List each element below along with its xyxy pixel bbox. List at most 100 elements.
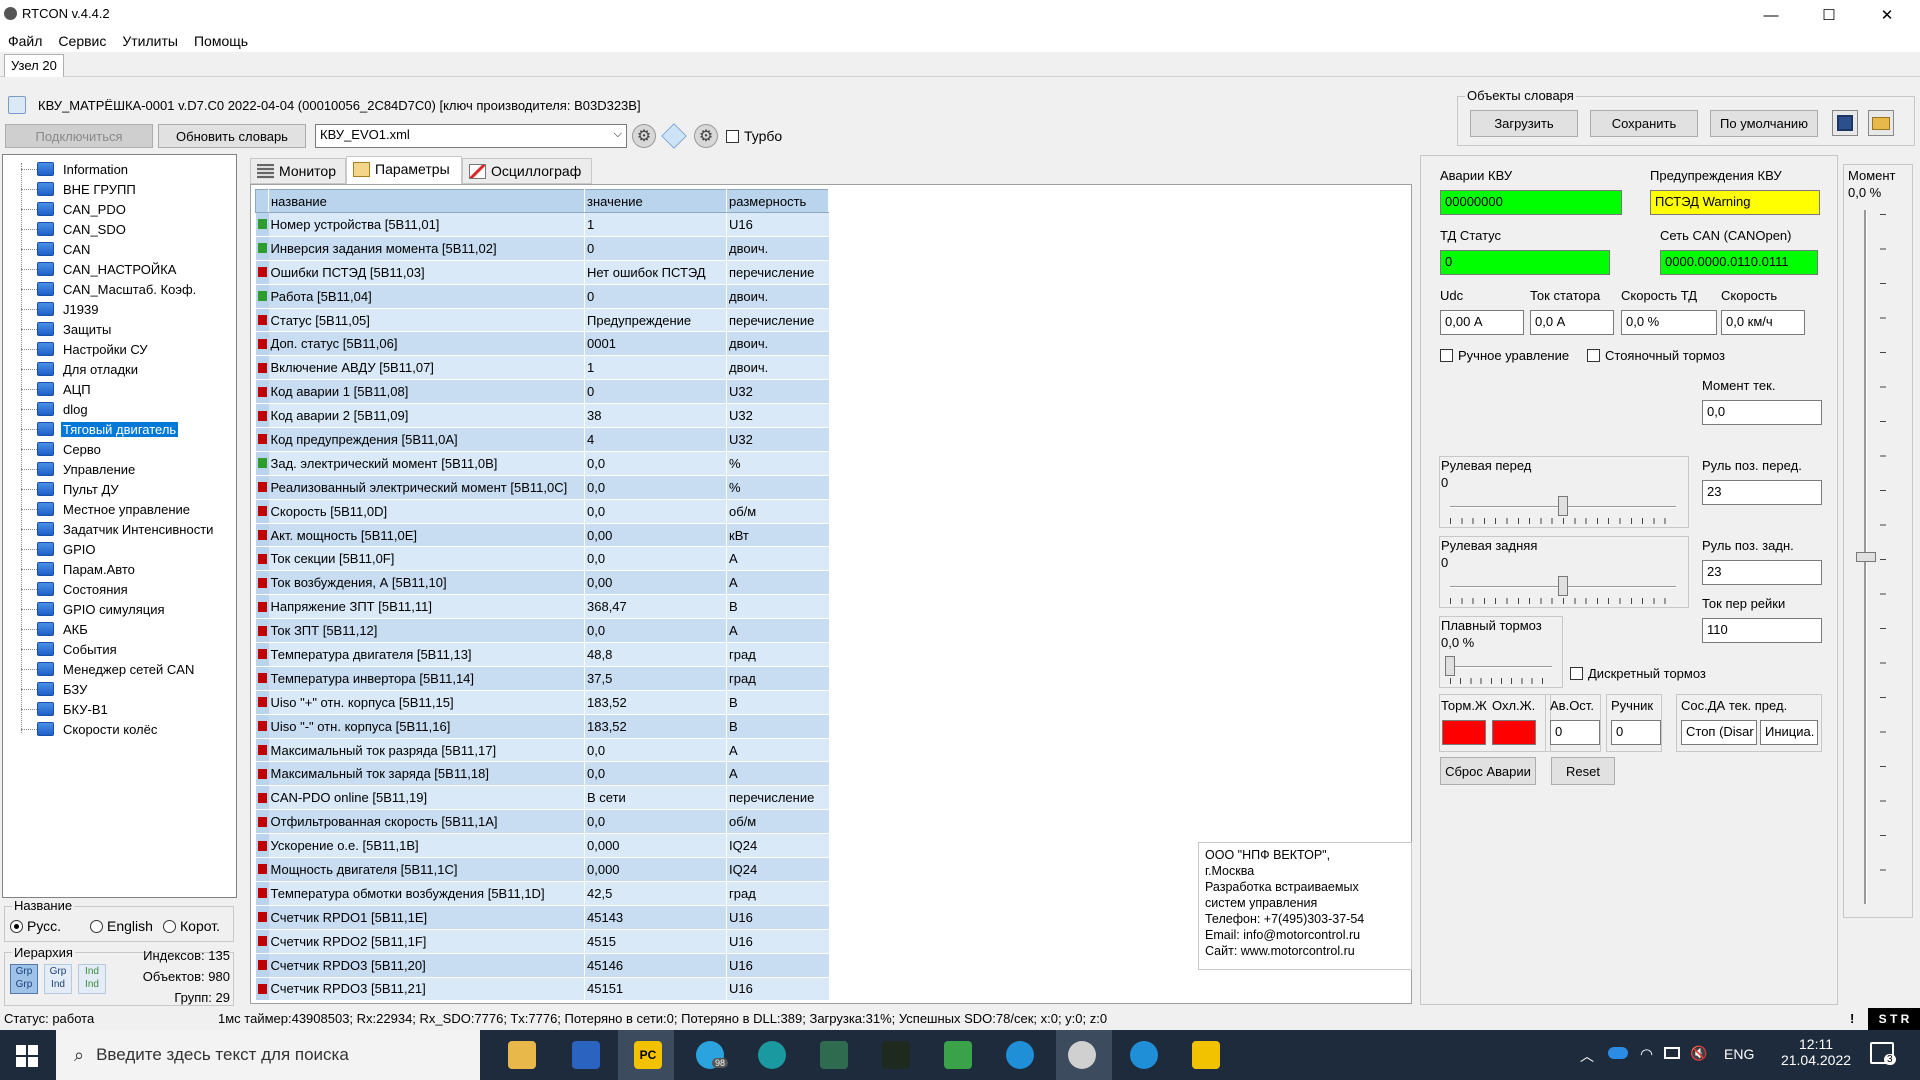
rtcon-icon[interactable] bbox=[1068, 1041, 1096, 1069]
param-value-cell[interactable]: 183,52 bbox=[584, 690, 727, 715]
param-value-cell[interactable]: 0,0 bbox=[584, 809, 727, 835]
param-value-cell[interactable]: Предупреждение bbox=[584, 308, 727, 333]
table-row[interactable]: Uiso "+" отн. корпуса [5B11,15] 183,52 В bbox=[255, 690, 829, 715]
param-value-cell[interactable]: 0,0 bbox=[584, 475, 727, 500]
chevron-up-icon[interactable]: ︿ bbox=[1580, 1046, 1594, 1066]
radio-short-dot[interactable] bbox=[163, 919, 176, 933]
param-value-cell[interactable]: 42,5 bbox=[584, 881, 727, 906]
param-value-cell[interactable]: 0001 bbox=[584, 331, 727, 357]
table-row[interactable]: Включение АВДУ [5B11,07] 1 двоич. bbox=[255, 355, 829, 381]
green-app-icon[interactable] bbox=[944, 1041, 972, 1069]
param-value-cell[interactable]: В сети bbox=[584, 785, 727, 811]
table-row[interactable]: Максимальный ток заряда [5B11,18] 0,0 А bbox=[255, 761, 829, 787]
table-row[interactable]: Код аварии 1 [5B11,08] 0 U32 bbox=[255, 379, 829, 405]
steer-rear-pos-field[interactable]: 23 bbox=[1702, 560, 1822, 585]
param-value-cell[interactable]: 4515 bbox=[584, 929, 727, 954]
table-row[interactable]: Ток возбуждения, А [5B11,10] 0,00 А bbox=[255, 570, 829, 596]
grp-grp-icon[interactable]: Grp Grp bbox=[10, 964, 38, 994]
param-value-cell[interactable]: 4 bbox=[584, 427, 727, 452]
param-value-cell[interactable]: 0 bbox=[584, 236, 727, 261]
table-row[interactable]: Температура двигателя [5B11,13] 48,8 град bbox=[255, 642, 829, 667]
save-disk-icon[interactable] bbox=[1832, 110, 1858, 136]
file-explorer-icon[interactable] bbox=[508, 1041, 536, 1069]
pycharm-icon[interactable]: PC bbox=[634, 1041, 662, 1069]
gear-icon[interactable]: ⚙ bbox=[632, 124, 656, 148]
table-row[interactable]: Скорость [5B11,0D] 0,0 об/м bbox=[255, 499, 829, 524]
param-value-cell[interactable]: 0,000 bbox=[584, 857, 727, 882]
discrete-brake-checkbox[interactable]: Дискретный тормоз bbox=[1570, 666, 1706, 681]
reset-alarms-button[interactable]: Сброс Аварии bbox=[1440, 757, 1536, 785]
param-value-cell[interactable]: 45143 bbox=[584, 905, 727, 930]
refresh-dictionary-button[interactable]: Обновить словарь bbox=[158, 124, 306, 148]
table-row[interactable]: Счетчик RPDO2 [5B11,1F] 4515 U16 bbox=[255, 929, 829, 954]
radio-rus-dot[interactable] bbox=[10, 919, 23, 933]
menu-file[interactable]: Файл bbox=[0, 30, 50, 52]
smooth-brake-slider[interactable] bbox=[1445, 656, 1455, 676]
menu-help[interactable]: Помощь bbox=[186, 30, 256, 52]
grp-ind-icon[interactable]: Grp Ind bbox=[44, 964, 72, 994]
language-indicator[interactable]: ENG bbox=[1724, 1046, 1754, 1062]
table-row[interactable]: Ток секции [5B11,0F] 0,0 А bbox=[255, 546, 829, 572]
minimize-button[interactable]: — bbox=[1748, 0, 1794, 30]
param-value-cell[interactable]: 0,0 bbox=[584, 546, 727, 572]
parking-brake-check[interactable] bbox=[1587, 349, 1600, 362]
param-value-cell[interactable]: 368,47 bbox=[584, 594, 727, 620]
param-value-cell[interactable]: 0,00 bbox=[584, 523, 727, 548]
param-value-cell[interactable]: 0,0 bbox=[584, 499, 727, 524]
reset-button[interactable]: Reset bbox=[1551, 757, 1615, 785]
battery-icon[interactable] bbox=[1664, 1047, 1680, 1059]
group-tree[interactable]: Information ВНЕ ГРУПП CAN_PDO CAN_SDO CAN CAN… bbox=[2, 154, 237, 898]
app-window-icon[interactable] bbox=[572, 1041, 600, 1069]
menu-utilities[interactable]: Утилиты bbox=[114, 30, 186, 52]
param-value-cell[interactable]: 38 bbox=[584, 403, 727, 429]
moment-current-field[interactable]: 0,0 bbox=[1702, 400, 1822, 425]
table-row[interactable]: Статус [5B11,05] Предупреждение перечислен… bbox=[255, 308, 829, 333]
clock[interactable]: 12:11 21.04.2022 bbox=[1772, 1036, 1860, 1068]
table-row[interactable]: Ошибки ПСТЭД [5B11,03] Нет ошибок ПСТЭД пе… bbox=[255, 260, 829, 285]
param-value-cell[interactable]: 0 bbox=[584, 379, 727, 405]
table-row[interactable]: Температура обмотки возбуждения [5B11,1D… bbox=[255, 881, 829, 906]
table-row[interactable]: Работа [5B11,04] 0 двоич. bbox=[255, 284, 829, 309]
default-button[interactable]: По умолчанию bbox=[1710, 110, 1818, 137]
table-row[interactable]: CAN-PDO online [5B11,19] В сети перечислен… bbox=[255, 785, 829, 811]
table-row[interactable]: Максимальный ток разряда [5B11,17] 0,0 А bbox=[255, 738, 829, 763]
close-button[interactable]: ✕ bbox=[1864, 0, 1910, 30]
steer-rear-slider[interactable] bbox=[1558, 576, 1568, 596]
table-row[interactable]: Реализованный электрический момент [5B11… bbox=[255, 475, 829, 500]
column-header-name[interactable]: название bbox=[268, 189, 585, 213]
table-row[interactable]: Акт. мощность [5B11,0E] 0,00 кВт bbox=[255, 523, 829, 548]
spreadsheet-icon[interactable] bbox=[1192, 1041, 1220, 1069]
speaker-muted-icon[interactable]: 🔇 bbox=[1690, 1045, 1707, 1062]
column-header-unit[interactable]: размерность bbox=[726, 189, 829, 213]
radio-rus[interactable]: Русс. bbox=[10, 918, 61, 934]
param-value-cell[interactable]: 45146 bbox=[584, 953, 727, 978]
param-value-cell[interactable]: 0,000 bbox=[584, 833, 727, 859]
radio-short[interactable]: Корот. bbox=[163, 918, 220, 934]
table-row[interactable]: Инверсия задания момента [5B11,02] 0 двоич… bbox=[255, 236, 829, 261]
param-value-cell[interactable]: 45151 bbox=[584, 977, 727, 1002]
param-value-cell[interactable]: 0,0 bbox=[584, 761, 727, 787]
table-row[interactable]: Код аварии 2 [5B11,09] 38 U32 bbox=[255, 403, 829, 429]
menu-service[interactable]: Сервис bbox=[50, 30, 114, 52]
dictionary-file-select[interactable]: КВУ_EVO1.xml ⌵ bbox=[315, 124, 627, 148]
tab-parameters[interactable]: Параметры bbox=[346, 156, 462, 184]
tab-monitor[interactable]: Монитор bbox=[250, 158, 346, 184]
open-folder-icon[interactable] bbox=[1868, 110, 1894, 136]
wifi-icon[interactable]: ◠ bbox=[1640, 1045, 1653, 1063]
parking-brake-checkbox[interactable]: Стояночный тормоз bbox=[1587, 348, 1725, 363]
param-value-cell[interactable]: 37,5 bbox=[584, 666, 727, 691]
windows-start-icon[interactable] bbox=[16, 1045, 38, 1067]
param-value-cell[interactable]: 0,0 bbox=[584, 738, 727, 763]
load-button[interactable]: Загрузить bbox=[1470, 110, 1578, 137]
onedrive-icon[interactable] bbox=[1608, 1047, 1628, 1059]
table-row[interactable]: Зад. электрический момент [5B11,0B] 0,0% bbox=[255, 451, 829, 476]
ind-ind-icon[interactable]: Ind Ind bbox=[78, 964, 106, 994]
param-value-cell[interactable]: 0,0 bbox=[584, 451, 727, 476]
table-row[interactable]: Мощность двигателя [5B11,1C] 0,000 IQ24 bbox=[255, 857, 829, 882]
device-info-icon[interactable] bbox=[8, 96, 26, 114]
manual-control-checkbox[interactable]: Ручное уравление bbox=[1440, 348, 1569, 363]
steer-front-slider[interactable] bbox=[1558, 496, 1568, 516]
param-value-cell[interactable]: 0 bbox=[584, 284, 727, 309]
table-row[interactable]: Uiso "-" отн. корпуса [5B11,16] 183,52 В bbox=[255, 714, 829, 739]
network-app-icon[interactable] bbox=[820, 1041, 848, 1069]
